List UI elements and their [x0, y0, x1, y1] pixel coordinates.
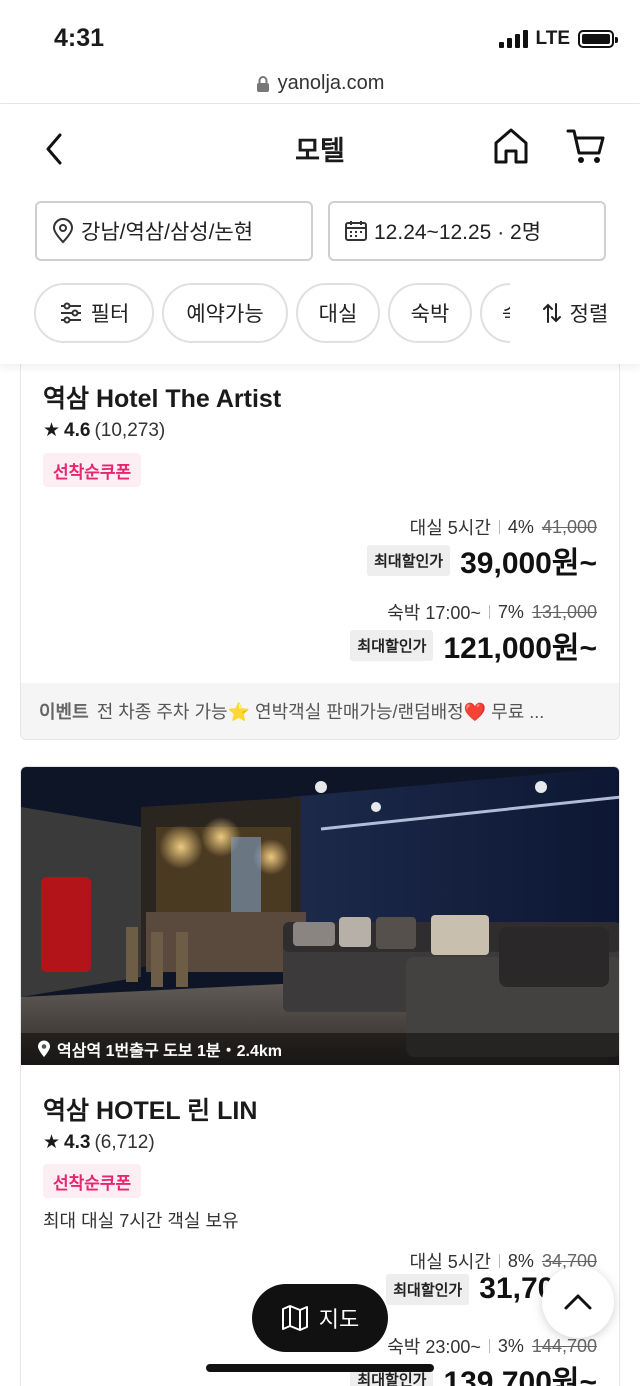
event-banner[interactable]: 이벤트 전 차종 주차 가능⭐ 연박객실 판매가능/랜덤배정❤️ 무료 ... — [21, 683, 619, 739]
hotel-name: 역삼 HOTEL 린 LIN — [43, 1097, 258, 1125]
coupon-badge: 선착순쿠폰 — [43, 1164, 142, 1198]
rent-discount: 4% — [507, 516, 534, 537]
cart-icon[interactable] — [566, 125, 606, 167]
chip-label: 필터 — [90, 303, 130, 326]
scroll-top-button[interactable] — [542, 1266, 614, 1338]
rating-score: 4.6 — [64, 419, 91, 441]
max-discount-tag: 최대할인가 — [350, 629, 434, 661]
hotel-rating: ★ 4.6 (10,273) — [43, 419, 165, 442]
chip-available[interactable]: 예약가능 — [162, 283, 288, 343]
listing-card[interactable]: 역삼 Hotel The Artist ★ 4.6 (10,273) 선착순쿠폰… — [20, 364, 620, 740]
stay-price: 최대할인가 121,000원~ — [350, 623, 597, 667]
location-pin-icon — [52, 218, 74, 244]
location-text: 역삼역 1번출구 도보 1분・2.4km — [57, 1043, 282, 1060]
home-indicator — [206, 1364, 434, 1372]
stay-info: 숙박 17:00~ 7% 131,000 — [387, 599, 597, 625]
hotel-description: 최대 대실 7시간 객실 보유 — [43, 1211, 239, 1231]
location-value: 강남/역삼/삼성/논현 — [81, 221, 254, 244]
sort-button[interactable]: 정렬 — [510, 283, 640, 343]
star-icon: ★ — [43, 420, 61, 441]
rent-label: 대실 5시간 — [409, 518, 491, 538]
stay-original-price: 144,700 — [531, 1335, 597, 1356]
url-text: yanolja.com — [277, 72, 385, 94]
chip-label: 예약가능 — [186, 303, 264, 326]
page-title: 모텔 — [295, 136, 345, 166]
location-selector[interactable]: 강남/역삼/삼성/논현 — [35, 201, 313, 261]
network-label: LTE — [535, 28, 570, 49]
home-icon[interactable] — [492, 125, 530, 167]
stay-label: 숙박 17:00~ — [387, 603, 481, 623]
map-button-label: 지도 — [318, 1307, 360, 1332]
date-value: 12.24~12.25 · 2명 — [374, 221, 542, 244]
stay-label: 숙박 23:00~ — [387, 1337, 481, 1357]
chip-rent[interactable]: 대실 — [296, 283, 380, 343]
max-discount-tag: 최대할인가 — [386, 1273, 470, 1305]
page-header: 모텔 강남/역삼/삼성/논현 12.24~12.25 · 2명 필터 예약가능 … — [0, 105, 640, 364]
chip-label: 숙박 — [410, 303, 450, 326]
rent-price: 최대할인가 39,000원~ — [367, 538, 597, 582]
event-text: 전 차종 주차 가능⭐ 연박객실 판매가능/랜덤배정❤️ 무료 ... — [96, 702, 545, 722]
chip-label: 대실 — [318, 303, 358, 326]
map-icon — [281, 1305, 308, 1331]
hotel-rating: ★ 4.3 (6,712) — [43, 1131, 155, 1154]
browser-url-bar[interactable]: yanolja.com — [0, 64, 640, 104]
status-time: 4:31 — [54, 24, 105, 52]
stay-price-value: 139,700원~ — [443, 1366, 597, 1386]
lock-icon — [256, 75, 269, 92]
map-button[interactable]: 지도 — [252, 1284, 388, 1352]
hotel-name: 역삼 Hotel The Artist — [43, 385, 282, 413]
rent-info: 대실 5시간 4% 41,000 — [410, 514, 597, 540]
coupon-badge: 선착순쿠폰 — [43, 453, 142, 487]
review-count: (10,273) — [94, 419, 166, 441]
battery-icon — [578, 30, 618, 48]
hotel-room-image — [21, 767, 619, 1065]
max-discount-tag: 최대할인가 — [367, 544, 451, 576]
location-pin-icon — [38, 1040, 50, 1057]
sort-label: 정렬 — [569, 303, 609, 326]
rating-score: 4.3 — [64, 1131, 91, 1153]
review-count: (6,712) — [94, 1131, 155, 1153]
chip-stay[interactable]: 숙박 — [388, 283, 472, 343]
status-icons: LTE — [498, 28, 618, 50]
stay-original-price: 131,000 — [531, 601, 597, 622]
sliders-icon — [60, 302, 81, 324]
event-label: 이벤트 — [39, 702, 89, 722]
stay-discount: 3% — [497, 1335, 524, 1356]
location-strip: 역삼역 1번출구 도보 1분・2.4km — [21, 1033, 619, 1065]
filter-chip[interactable]: 필터 — [34, 283, 154, 343]
stay-info: 숙박 23:00~ 3% 144,700 — [387, 1333, 597, 1359]
signal-icon — [498, 30, 528, 48]
rent-label: 대실 5시간 — [409, 1252, 491, 1272]
sort-arrows-icon — [542, 303, 561, 323]
chevron-up-icon — [564, 1294, 592, 1310]
stay-price-value: 121,000원~ — [443, 632, 597, 665]
hotel-photo[interactable]: 역삼역 1번출구 도보 1분・2.4km — [21, 767, 619, 1065]
rent-price-value: 39,000원~ — [460, 547, 597, 580]
star-icon: ★ — [43, 1132, 61, 1153]
stay-discount: 7% — [497, 601, 524, 622]
rent-original-price: 41,000 — [541, 516, 597, 537]
status-bar: 4:31 LTE — [0, 0, 640, 64]
calendar-icon — [345, 221, 367, 241]
date-selector[interactable]: 12.24~12.25 · 2명 — [328, 201, 606, 261]
rent-discount: 8% — [507, 1250, 534, 1271]
